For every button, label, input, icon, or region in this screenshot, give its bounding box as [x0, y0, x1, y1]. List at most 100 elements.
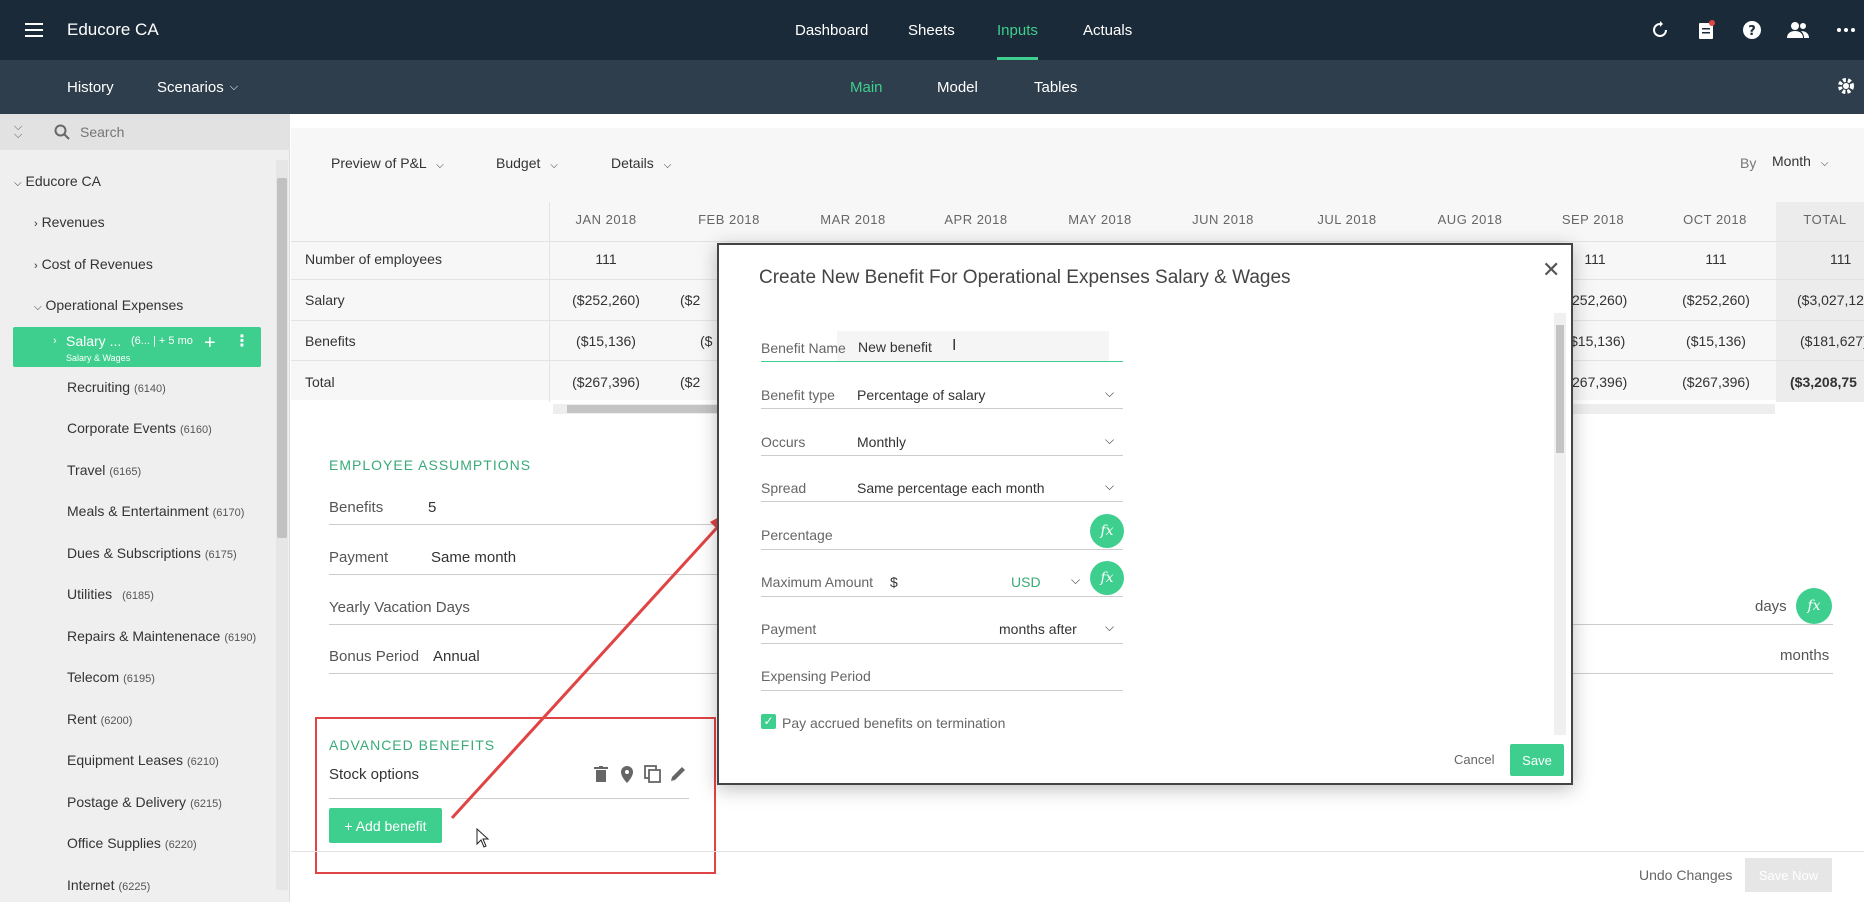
selected-item-sublabel: Salary & Wages: [66, 353, 131, 363]
modal-save-button[interactable]: Save: [1510, 744, 1564, 776]
percentage-formula-fx-icon[interactable]: fx: [1090, 514, 1124, 548]
benefits-count-field[interactable]: 5: [428, 499, 436, 516]
sidebar-item[interactable]: Travel (6165): [67, 462, 141, 478]
refresh-icon[interactable]: [1648, 18, 1672, 42]
benefit-item-stock-options[interactable]: Stock options: [329, 766, 419, 783]
top-bar: Educore CA Dashboard Sheets Inputs Actua…: [0, 0, 1864, 60]
hamburger-menu-icon[interactable]: [22, 18, 46, 42]
add-icon[interactable]: +: [204, 333, 216, 353]
payment-label: Payment: [761, 621, 817, 637]
field-label: Payment: [329, 549, 389, 566]
sidebar-scrollbar-thumb[interactable]: [277, 178, 287, 538]
tree-operational-expenses[interactable]: ⌵ Operational Expenses: [34, 297, 183, 313]
tree-revenues-label: Revenues: [41, 214, 105, 230]
chevron-down-icon: ⌵: [1105, 479, 1115, 493]
tab-dashboard[interactable]: Dashboard: [795, 0, 868, 60]
period-label: Month: [1772, 153, 1811, 169]
sidebar-item[interactable]: Internet (6225): [67, 877, 150, 893]
table-cell[interactable]: ($15,136): [551, 333, 661, 349]
kebab-menu-icon[interactable]: ⋮: [234, 334, 250, 350]
sidebar-item-label: Office Supplies: [67, 835, 161, 851]
users-icon[interactable]: [1786, 18, 1810, 42]
sidebar-item[interactable]: Recruiting (6140): [67, 379, 166, 395]
field-underline: [761, 596, 1123, 597]
table-cell[interactable]: ($252,260): [1661, 292, 1771, 308]
tab-model[interactable]: Model: [937, 60, 978, 114]
termination-checkbox[interactable]: ✓: [761, 714, 776, 729]
sidebar-item[interactable]: Dues & Subscriptions (6175): [67, 545, 237, 561]
spread-dropdown[interactable]: Same percentage each month: [857, 480, 1045, 496]
table-cell[interactable]: 252,260): [1572, 292, 1662, 308]
expand-collapse-icon[interactable]: ⌵ ⌵: [14, 122, 22, 141]
table-cell[interactable]: ($252,260): [551, 292, 661, 308]
sidebar-item[interactable]: Repairs & Maintenenace (6190): [67, 628, 256, 644]
sidebar-item[interactable]: Utilities (6185): [67, 586, 154, 602]
field-underline: [1573, 673, 1833, 674]
table-cell[interactable]: $15,136): [1570, 333, 1660, 349]
column-header: MAR 2018: [820, 212, 886, 227]
more-options-icon[interactable]: [1834, 18, 1858, 42]
sidebar-item[interactable]: Meals & Entertainment (6170): [67, 503, 244, 519]
field-label: Bonus Period: [329, 648, 420, 665]
help-icon[interactable]: ?: [1740, 18, 1764, 42]
table-scrollbar-thumb[interactable]: [567, 405, 727, 413]
sidebar-item[interactable]: Corporate Events (6160): [67, 420, 212, 436]
undo-changes-button[interactable]: Undo Changes: [1639, 867, 1732, 883]
sidebar-item[interactable]: Postage & Delivery (6215): [67, 794, 222, 810]
spread-label: Spread: [761, 480, 807, 496]
details-dropdown[interactable]: Details ⌵: [611, 155, 671, 171]
field-underline: [761, 690, 1123, 691]
payment-months-dropdown[interactable]: months after: [999, 621, 1077, 637]
budget-dropdown[interactable]: Budget ⌵: [496, 155, 558, 171]
table-cell[interactable]: 111: [551, 251, 661, 267]
sidebar-item-code: (6220): [164, 839, 197, 851]
period-dropdown[interactable]: Month ⌵: [1772, 153, 1828, 169]
text-cursor-icon: I: [952, 337, 957, 354]
modal-scrollbar-thumb[interactable]: [1556, 325, 1564, 453]
tree-root[interactable]: ⌵ Educore CA: [14, 173, 101, 189]
occurs-dropdown[interactable]: Monthly: [857, 434, 906, 450]
tab-sheets[interactable]: Sheets: [908, 0, 955, 60]
sidebar-item-salary-selected[interactable]: › Salary ... (6... | + 5 mo Salary & Wag…: [13, 327, 261, 367]
history-link[interactable]: History: [67, 60, 114, 114]
settings-gear-icon[interactable]: [1836, 76, 1858, 98]
table-cell[interactable]: ($2: [680, 374, 720, 390]
svg-text:?: ?: [1748, 24, 1756, 39]
sidebar-item-label: Meals & Entertainment: [67, 503, 209, 519]
tab-tables[interactable]: Tables: [1034, 60, 1077, 114]
tab-actuals[interactable]: Actuals: [1083, 0, 1132, 60]
sidebar-search-input[interactable]: [80, 121, 270, 143]
tree-cost-of-revenues-label: Cost of Revenues: [41, 256, 153, 272]
tree-revenues[interactable]: › Revenues: [34, 214, 105, 230]
table-cell[interactable]: ($267,396): [551, 374, 661, 390]
table-cell[interactable]: ($267,396): [1661, 374, 1771, 390]
clipboard-notification-icon[interactable]: [1694, 18, 1718, 42]
sidebar-item[interactable]: Telecom (6195): [67, 669, 155, 685]
table-cell[interactable]: 111: [1570, 251, 1620, 267]
sidebar-item-label: Dues & Subscriptions: [67, 545, 201, 561]
modal-cancel-button[interactable]: Cancel: [1454, 752, 1494, 767]
max-amount-formula-fx-icon[interactable]: fx: [1090, 561, 1124, 595]
close-icon[interactable]: ✕: [1542, 257, 1560, 283]
sidebar-item[interactable]: Office Supplies (6220): [67, 835, 197, 851]
sidebar-item[interactable]: Equipment Leases (6210): [67, 752, 219, 768]
add-benefit-button[interactable]: + Add benefit: [329, 808, 442, 843]
sidebar-item[interactable]: Rent (6200): [67, 711, 132, 727]
table-cell[interactable]: ($2: [680, 292, 720, 308]
benefit-name-input[interactable]: New benefit: [858, 339, 932, 355]
table-cell[interactable]: ($15,136): [1661, 333, 1771, 349]
tree-cost-of-revenues[interactable]: › Cost of Revenues: [34, 256, 153, 272]
tab-main[interactable]: Main: [850, 60, 883, 114]
preview-dropdown[interactable]: Preview of P&L ⌵: [331, 155, 444, 171]
formula-fx-icon[interactable]: fx: [1796, 588, 1832, 624]
sidebar-item-code: (6210): [186, 756, 219, 768]
table-cell[interactable]: 267,396): [1572, 374, 1662, 390]
sidebar-item-code: (6195): [123, 673, 155, 685]
save-now-button[interactable]: Save Now: [1745, 858, 1832, 892]
benefit-type-dropdown[interactable]: Percentage of salary: [857, 387, 985, 403]
table-cell[interactable]: 111: [1661, 251, 1771, 267]
chevron-down-icon: ⌵: [229, 80, 239, 93]
currency-dropdown[interactable]: USD: [1011, 574, 1041, 590]
scenarios-dropdown[interactable]: Scenarios ⌵: [157, 60, 238, 114]
tab-inputs[interactable]: Inputs: [997, 0, 1038, 60]
